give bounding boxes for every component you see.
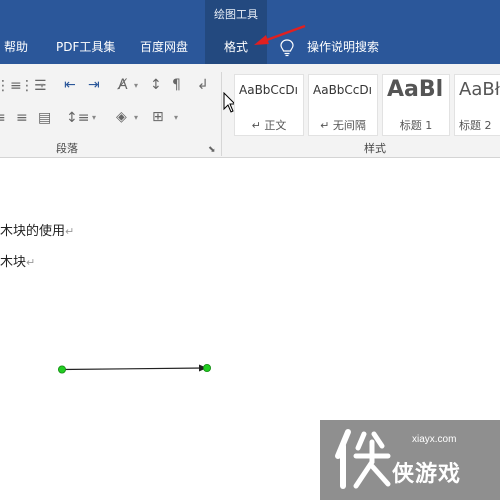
chevron-down-icon[interactable]: ▾ — [134, 113, 138, 122]
watermark-url: xiayx.com — [412, 434, 457, 445]
document-line[interactable]: 木块↵ — [0, 251, 35, 270]
increase-indent-icon[interactable]: ⇥ — [88, 77, 100, 93]
paragraph-group-label: 段落 — [56, 142, 78, 155]
bullets-icon[interactable]: ⋮≡ — [0, 78, 22, 94]
paragraph-mark: ↵ — [65, 225, 75, 238]
chevron-down-icon[interactable]: ▾ — [134, 81, 138, 90]
document-line[interactable]: 木块的使用↵ — [0, 220, 74, 239]
end-handle — [202, 364, 211, 372]
style-normal[interactable]: AaBbCcDı ↵ 正文 — [234, 74, 304, 136]
start-handle — [58, 365, 66, 374]
chevron-down-icon[interactable]: ▾ — [174, 113, 178, 122]
line-spacing-icon[interactable]: ↕≡ — [66, 110, 89, 126]
annotation-arrow — [254, 24, 306, 45]
watermark: xiayx.com 侠游戏 — [320, 420, 500, 500]
style-sample: AaBbCcDı — [239, 83, 298, 97]
decrease-indent-icon[interactable]: ⇤ — [64, 77, 76, 93]
dialog-launcher-icon[interactable]: ⬊ — [208, 142, 216, 158]
style-sample: AaBbCcDı — [313, 83, 372, 97]
chevron-down-icon[interactable]: ▾ — [40, 81, 44, 90]
group-separator — [221, 72, 222, 156]
style-sample: AaBl — [387, 77, 444, 102]
style-name: 标题 1 — [399, 119, 433, 132]
align-left-icon[interactable]: ≡ — [0, 110, 6, 126]
text-direction-icon[interactable]: A̸ — [118, 77, 128, 93]
tab-pdf-tools[interactable]: PDF工具集 — [56, 32, 115, 64]
tell-me-search[interactable]: 操作说明搜索 — [307, 32, 379, 64]
document-text: 木块的使用 — [0, 224, 66, 239]
watermark-brand: 侠游戏 — [392, 462, 462, 487]
chevron-down-icon[interactable]: ▾ — [92, 113, 96, 122]
style-sample: AaBł — [459, 79, 500, 100]
paragraph-mark: ↵ — [26, 256, 36, 269]
tab-baidu-netdisk[interactable]: 百度网盘 — [140, 32, 188, 64]
style-name: ↵ 正文 — [251, 119, 287, 132]
shading-icon[interactable]: ◈ — [116, 109, 127, 125]
style-heading-1[interactable]: AaBl 标题 1 — [382, 74, 450, 136]
ribbon: ⋮≡ ⋮☰ ▾ ⇤ ⇥ A̸ ▾ ↕ ¶ ↲ ≡ ≡ ▤ ↕≡ ▾ ◈ ▾ ⊞ … — [0, 64, 500, 158]
style-name: 标题 2 — [459, 119, 492, 132]
align-center-icon[interactable]: ≡ — [16, 110, 28, 126]
chinese-layout-icon[interactable]: ↲ — [197, 77, 209, 93]
style-name: ↵ 无间隔 — [320, 119, 366, 132]
borders-icon[interactable]: ⊞ — [152, 109, 164, 125]
style-no-spacing[interactable]: AaBbCcDı ↵ 无间隔 — [308, 74, 378, 136]
arrow-line-shape[interactable] — [55, 360, 215, 380]
styles-group-label: 样式 — [364, 142, 386, 155]
style-heading-2[interactable]: AaBł 标题 2 — [454, 74, 500, 136]
watermark-logo-icon — [335, 429, 391, 489]
document-text: 木块 — [0, 255, 27, 270]
tab-help[interactable]: 帮助 — [4, 32, 28, 64]
justify-icon[interactable]: ▤ — [38, 110, 51, 126]
sort-icon[interactable]: ↕ — [150, 77, 162, 93]
show-hide-marks-icon[interactable]: ¶ — [172, 77, 181, 93]
